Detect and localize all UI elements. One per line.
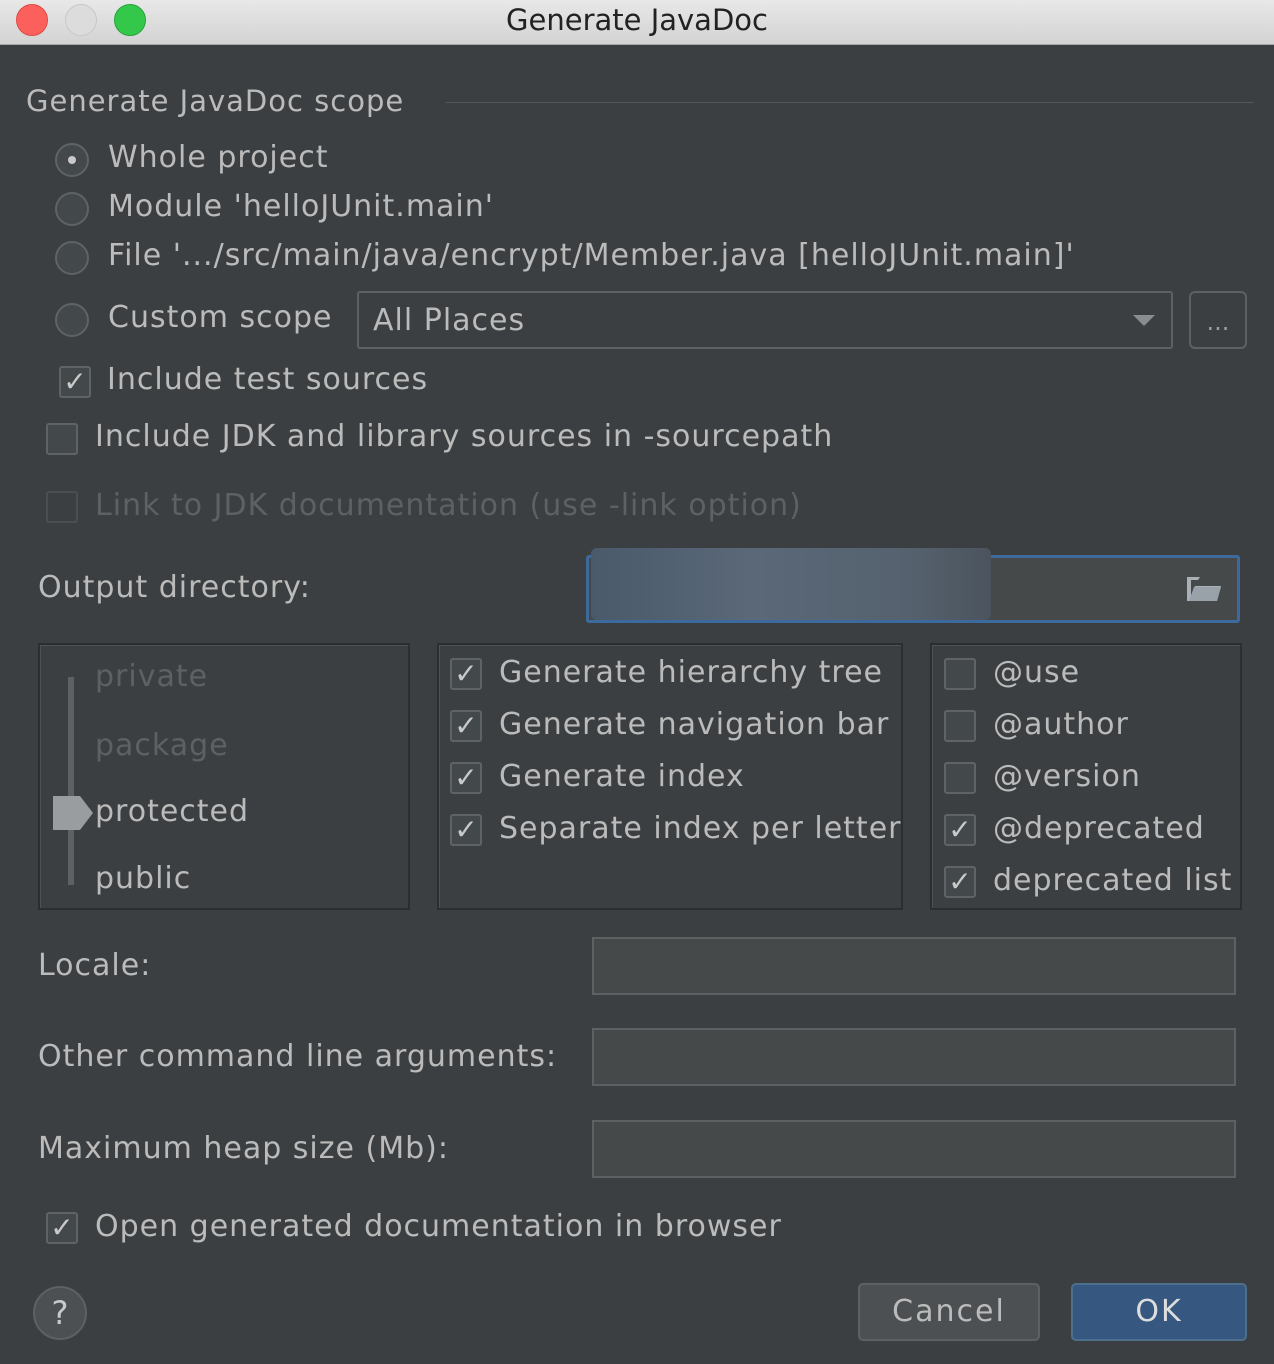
checkbox-label: Open generated documentation in browser bbox=[95, 1209, 782, 1244]
custom-scope-dropdown[interactable]: All Places bbox=[357, 291, 1173, 349]
deprecated-tag-checkbox[interactable]: ✓ bbox=[944, 814, 976, 846]
help-button[interactable]: ? bbox=[33, 1286, 87, 1340]
checkbox-label: Link to JDK documentation (use -link opt… bbox=[95, 488, 802, 523]
tags-panel: @use @author @version ✓ @deprecated ✓ de… bbox=[930, 643, 1242, 910]
deprecated-tag-label: @deprecated bbox=[993, 811, 1205, 846]
generate-index-checkbox[interactable]: ✓ bbox=[450, 762, 482, 794]
checkbox-box[interactable] bbox=[46, 423, 78, 455]
navigation-bar-checkbox[interactable]: ✓ bbox=[450, 710, 482, 742]
generate-index-label: Generate index bbox=[499, 759, 745, 794]
checkbox-label: Include JDK and library sources in -sour… bbox=[95, 419, 834, 454]
command-line-args-input[interactable] bbox=[592, 1028, 1236, 1086]
hierarchy-tree-checkbox[interactable]: ✓ bbox=[450, 658, 482, 690]
output-directory-field[interactable] bbox=[586, 548, 1240, 623]
separate-index-checkbox[interactable]: ✓ bbox=[450, 814, 482, 846]
chevron-down-icon bbox=[1133, 315, 1155, 326]
max-heap-size-label: Maximum heap size (Mb): bbox=[38, 1131, 449, 1166]
checkmark-icon[interactable]: ✓ bbox=[59, 366, 91, 398]
title-bar: Generate JavaDoc bbox=[0, 0, 1274, 45]
output-directory-label: Output directory: bbox=[38, 570, 311, 605]
version-tag-checkbox[interactable] bbox=[944, 762, 976, 794]
author-tag-checkbox[interactable] bbox=[944, 710, 976, 742]
blurred-path bbox=[591, 548, 991, 620]
navigation-bar-label: Generate navigation bar bbox=[499, 707, 890, 742]
use-tag-checkbox[interactable] bbox=[944, 658, 976, 690]
window-title: Generate JavaDoc bbox=[506, 3, 768, 37]
slider-thumb-icon[interactable] bbox=[52, 795, 94, 835]
radio-button[interactable] bbox=[55, 192, 89, 226]
command-line-args-label: Other command line arguments: bbox=[38, 1039, 558, 1074]
scope-section-title: Generate JavaDoc scope bbox=[26, 84, 405, 118]
separate-index-label: Separate index per letter bbox=[499, 811, 902, 846]
visibility-level-private[interactable]: private bbox=[95, 659, 208, 694]
hierarchy-tree-label: Generate hierarchy tree bbox=[499, 655, 883, 690]
visibility-panel: private package protected public bbox=[38, 643, 410, 910]
ok-button[interactable]: OK bbox=[1071, 1283, 1247, 1341]
section-divider bbox=[446, 102, 1254, 103]
radio-button[interactable] bbox=[55, 241, 89, 275]
author-tag-label: @author bbox=[993, 707, 1129, 742]
visibility-level-package[interactable]: package bbox=[95, 728, 229, 763]
radio-label: Whole project bbox=[108, 140, 329, 175]
cancel-button[interactable]: Cancel bbox=[858, 1283, 1040, 1341]
max-heap-size-input[interactable] bbox=[592, 1120, 1236, 1178]
deprecated-list-label: deprecated list bbox=[993, 863, 1233, 898]
radio-label: Custom scope bbox=[108, 300, 333, 335]
radio-label: File '.../src/main/java/encrypt/Member.j… bbox=[108, 238, 1075, 273]
checkbox-label: Include test sources bbox=[107, 362, 429, 397]
browse-scope-button[interactable]: ... bbox=[1189, 291, 1247, 349]
checkmark-icon[interactable]: ✓ bbox=[46, 1212, 78, 1244]
use-tag-label: @use bbox=[993, 655, 1081, 690]
radio-button[interactable] bbox=[55, 143, 89, 177]
locale-label: Locale: bbox=[38, 948, 152, 983]
visibility-slider-track[interactable] bbox=[68, 677, 74, 885]
checkbox-box bbox=[46, 491, 78, 523]
deprecated-list-checkbox[interactable]: ✓ bbox=[944, 866, 976, 898]
visibility-level-public[interactable]: public bbox=[95, 861, 191, 896]
generate-options-panel: ✓ Generate hierarchy tree ✓ Generate nav… bbox=[437, 643, 903, 910]
visibility-level-protected[interactable]: protected bbox=[95, 794, 249, 829]
radio-label: Module 'helloJUnit.main' bbox=[108, 189, 495, 224]
version-tag-label: @version bbox=[993, 759, 1141, 794]
locale-input[interactable] bbox=[592, 937, 1236, 995]
folder-icon[interactable] bbox=[1185, 574, 1223, 608]
custom-scope-value: All Places bbox=[373, 303, 526, 338]
radio-button[interactable] bbox=[55, 303, 89, 337]
